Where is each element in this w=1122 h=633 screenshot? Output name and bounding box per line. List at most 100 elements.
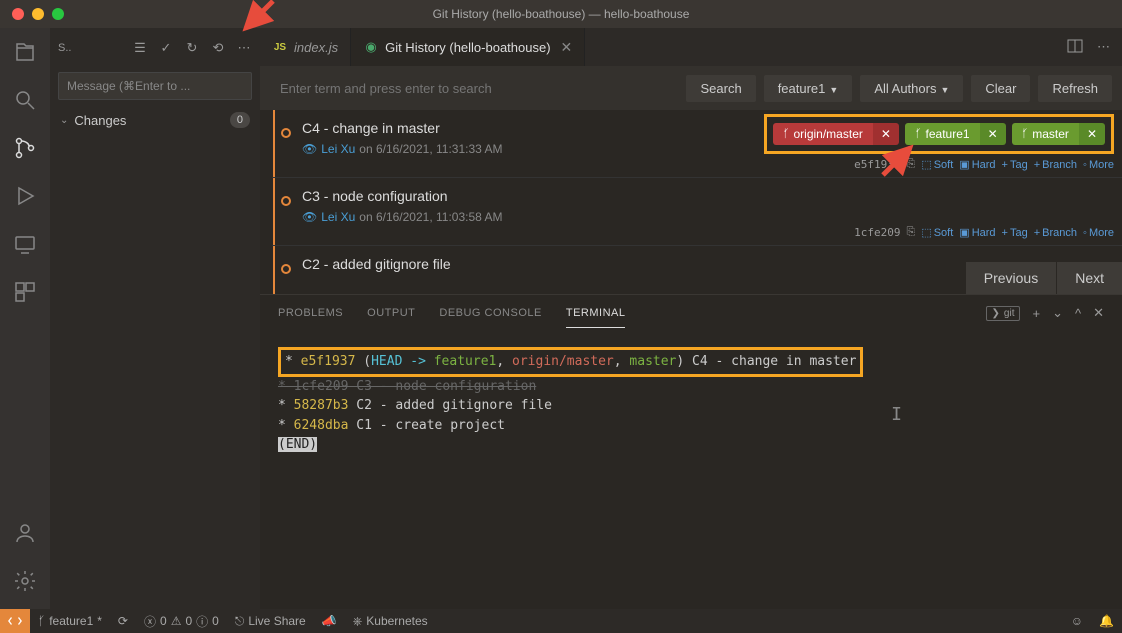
- titlebar: Git History (hello-boathouse) — hello-bo…: [0, 0, 1122, 28]
- problems-indicator[interactable]: ⓧ0 ⚠0 ⓘ0: [136, 609, 227, 633]
- tab-git-history[interactable]: ◉ Git History (hello-boathouse) ✕: [351, 28, 585, 66]
- accounts-icon[interactable]: [13, 521, 37, 545]
- tab-label: index.js: [294, 40, 338, 55]
- run-debug-icon[interactable]: [13, 184, 37, 208]
- remote-explorer-icon[interactable]: [13, 232, 37, 256]
- changes-section[interactable]: ⌄ Changes 0: [50, 108, 260, 132]
- branch-tag-master: ᚶmaster ✕: [1012, 123, 1105, 145]
- more-button[interactable]: ◦More: [1083, 227, 1114, 239]
- scm-title: S..: [58, 42, 71, 54]
- search-button[interactable]: Search: [686, 75, 755, 102]
- commit-hash: 1cfe209: [854, 226, 900, 239]
- traffic-lights: [12, 8, 64, 20]
- clear-button[interactable]: Clear: [971, 75, 1030, 102]
- annotation-arrow: [238, 0, 278, 36]
- view-as-tree-icon[interactable]: ☰: [132, 40, 148, 56]
- panel-tab-problems[interactable]: PROBLEMS: [278, 299, 343, 327]
- editor-tabs: JS index.js ◉ Git History (hello-boathou…: [260, 28, 1122, 66]
- branch-button[interactable]: +Branch: [1034, 227, 1077, 239]
- commit-dot: [281, 196, 291, 206]
- scm-sidebar: S.. ☰ ✓ ↻ ⟲ ⋯ Message (⌘Enter to ... ⌄ C…: [50, 28, 260, 609]
- more-button[interactable]: ◦More: [1083, 159, 1114, 171]
- close-window[interactable]: [12, 8, 24, 20]
- hard-reset-button[interactable]: ▣Hard: [959, 158, 995, 171]
- kubernetes-button[interactable]: ⎈Kubernetes: [345, 609, 436, 633]
- soft-reset-button[interactable]: ⬚Soft: [921, 158, 953, 171]
- notifications-icon[interactable]: 🔔: [1091, 614, 1122, 628]
- more-tab-actions-icon[interactable]: ⋯: [1097, 39, 1110, 55]
- refresh-icon[interactable]: ↻: [184, 40, 200, 56]
- minimize-window[interactable]: [32, 8, 44, 20]
- eye-icon: 👁: [302, 142, 317, 156]
- more-actions-icon[interactable]: ⋯: [236, 40, 252, 56]
- sync-icon: ⟳: [118, 614, 128, 628]
- activity-bar: [0, 28, 50, 609]
- kubernetes-icon: ⎈: [353, 614, 363, 629]
- tag-button[interactable]: +Tag: [1002, 159, 1028, 171]
- commit-icon[interactable]: ✓: [158, 40, 174, 56]
- sync-indicator[interactable]: ⟳: [110, 609, 136, 633]
- window-title: Git History (hello-boathouse) — hello-bo…: [433, 7, 690, 21]
- chevron-down-icon: ⌄: [60, 115, 68, 126]
- live-share-button[interactable]: ⎋Live Share: [227, 609, 314, 633]
- commit-row[interactable]: C3 - node configuration 👁 Lei Xu on 6/16…: [272, 178, 1122, 246]
- panel-tab-output[interactable]: OUTPUT: [367, 299, 415, 327]
- panel-tab-terminal[interactable]: TERMINAL: [566, 299, 626, 328]
- refresh-button[interactable]: Refresh: [1038, 75, 1112, 102]
- hard-reset-button[interactable]: ▣Hard: [959, 226, 995, 239]
- search-icon[interactable]: [13, 88, 37, 112]
- feedback-button[interactable]: 📣: [314, 609, 345, 633]
- commit-actions: 1cfe209 ⎘ ⬚Soft ▣Hard +Tag +Branch ◦More: [854, 226, 1114, 239]
- split-editor-icon[interactable]: [1067, 38, 1083, 57]
- commit-dot: [281, 128, 291, 138]
- commit-list: ᚶorigin/master ✕ ᚶfeature1 ✕ ᚶmaster ✕: [260, 110, 1122, 294]
- terminal-output[interactable]: * e5f1937 (HEAD -> feature1, origin/mast…: [260, 331, 1122, 609]
- error-icon: ⓧ: [144, 613, 156, 630]
- scm-header: S.. ☰ ✓ ↻ ⟲ ⋯: [50, 28, 260, 68]
- maximize-window[interactable]: [52, 8, 64, 20]
- annotation-arrow: [878, 140, 918, 180]
- explorer-icon[interactable]: [13, 40, 37, 64]
- bottom-panel: PROBLEMS OUTPUT DEBUG CONSOLE TERMINAL ❯…: [260, 294, 1122, 609]
- changes-count: 0: [230, 112, 250, 128]
- copy-hash-icon[interactable]: ⎘: [907, 226, 916, 239]
- search-input[interactable]: [270, 73, 678, 104]
- eye-icon: 👁: [302, 210, 317, 224]
- extensions-icon[interactable]: [13, 280, 37, 304]
- live-share-icon: ⎋: [235, 614, 245, 629]
- tag-button[interactable]: +Tag: [1002, 227, 1028, 239]
- remote-indicator[interactable]: [0, 609, 30, 633]
- commit-message-input[interactable]: Message (⌘Enter to ...: [58, 72, 252, 100]
- close-tab-icon[interactable]: ✕: [561, 39, 573, 56]
- source-control-icon[interactable]: [13, 136, 37, 160]
- commit-title: C3 - node configuration: [302, 188, 1112, 204]
- maximize-panel-icon[interactable]: ^: [1075, 306, 1081, 321]
- close-panel-icon[interactable]: ✕: [1093, 305, 1104, 321]
- commit-dot: [281, 264, 291, 274]
- tab-label: Git History (hello-boathouse): [385, 40, 550, 55]
- branch-filter-button[interactable]: feature1▼: [764, 75, 853, 102]
- previous-button[interactable]: Previous: [965, 262, 1056, 294]
- text-cursor-icon: 𝙸: [891, 401, 902, 428]
- terminal-dropdown-icon[interactable]: ⌄: [1052, 305, 1063, 321]
- next-button[interactable]: Next: [1056, 262, 1122, 294]
- settings-icon[interactable]: [13, 569, 37, 593]
- remove-tag-icon[interactable]: ✕: [1079, 123, 1105, 145]
- terminal-shell-label[interactable]: ❯ git: [986, 306, 1021, 321]
- branch-indicator[interactable]: ᚶfeature1*: [30, 609, 110, 633]
- undo-icon[interactable]: ⟲: [210, 40, 226, 56]
- branch-button[interactable]: +Branch: [1034, 159, 1077, 171]
- info-icon: ⓘ: [196, 613, 208, 630]
- feedback-smiley-icon[interactable]: ☺: [1063, 614, 1091, 628]
- branch-icon: ᚶ: [38, 614, 45, 628]
- branch-icon: ᚶ: [915, 128, 922, 140]
- authors-filter-button[interactable]: All Authors▼: [860, 75, 963, 102]
- remove-tag-icon[interactable]: ✕: [980, 123, 1006, 145]
- pager: Previous Next: [965, 262, 1122, 294]
- git-history-icon: ◉: [363, 39, 379, 55]
- new-terminal-icon[interactable]: +: [1032, 306, 1040, 321]
- status-bar: ᚶfeature1* ⟳ ⓧ0 ⚠0 ⓘ0 ⎋Live Share 📣 ⎈Kub…: [0, 609, 1122, 633]
- branch-icon: ᚶ: [1022, 128, 1029, 140]
- panel-tab-debug[interactable]: DEBUG CONSOLE: [439, 299, 541, 327]
- soft-reset-button[interactable]: ⬚Soft: [921, 226, 953, 239]
